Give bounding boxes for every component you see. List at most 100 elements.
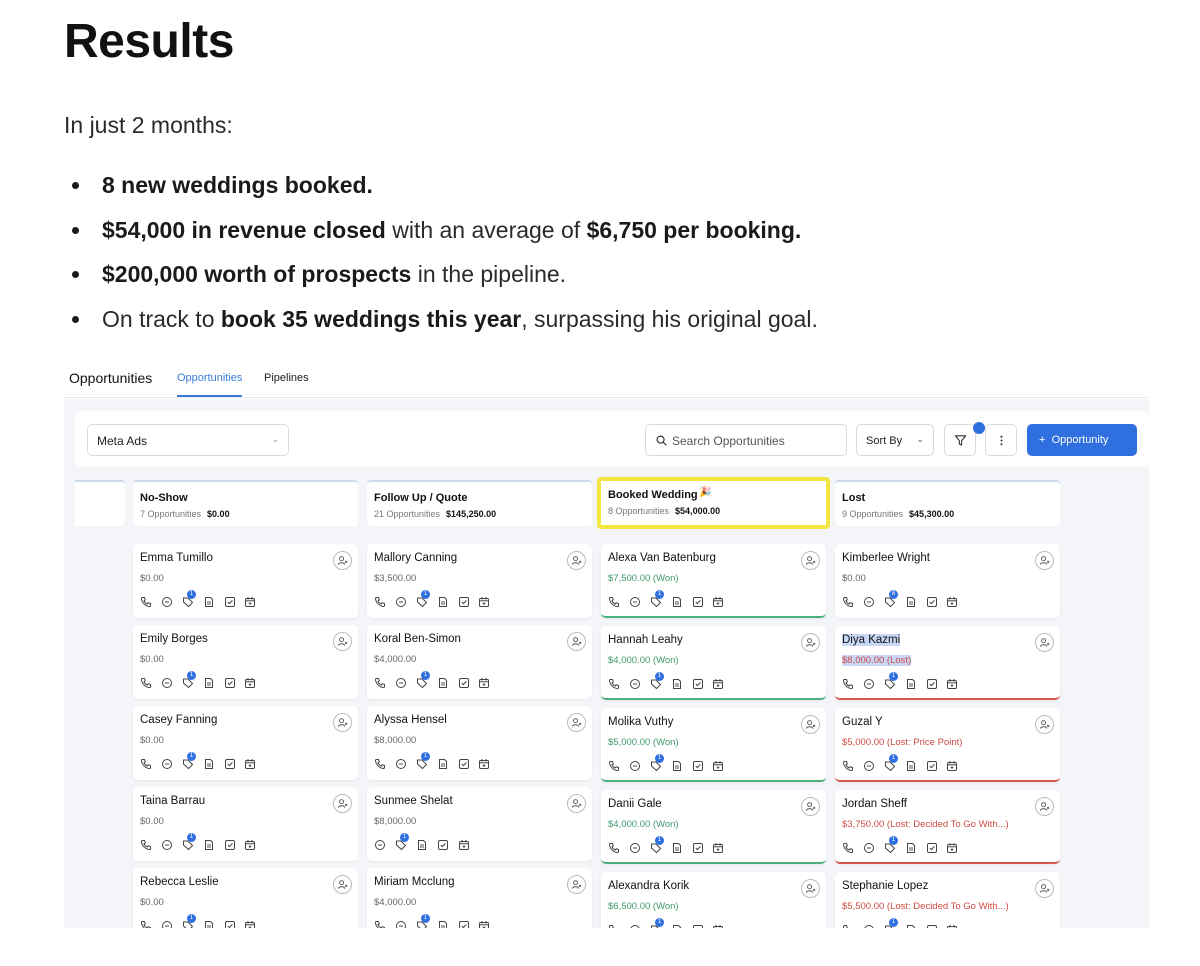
note-icon[interactable] <box>437 757 449 769</box>
note-icon[interactable] <box>671 595 683 607</box>
note-icon[interactable] <box>437 919 449 928</box>
assign-user-button[interactable] <box>801 797 820 816</box>
task-icon[interactable] <box>458 919 470 928</box>
task-icon[interactable] <box>692 923 704 928</box>
opportunity-card[interactable]: Hannah Leahy $4,000.00 (Won) 1 <box>601 626 826 700</box>
phone-icon[interactable] <box>374 676 386 689</box>
opportunity-card[interactable]: Casey Fanning $0.00 1 <box>133 706 358 780</box>
note-icon[interactable] <box>203 676 215 688</box>
assign-user-button[interactable] <box>1035 879 1054 898</box>
chat-icon[interactable] <box>629 841 641 853</box>
assign-user-button[interactable] <box>333 713 352 732</box>
tag-icon[interactable]: 8 <box>884 590 898 608</box>
contact-name[interactable]: Kimberlee Wright <box>842 552 930 564</box>
task-icon[interactable] <box>692 595 704 607</box>
task-icon[interactable] <box>224 838 236 850</box>
note-icon[interactable] <box>671 923 683 928</box>
contact-name[interactable]: Molika Vuthy <box>608 716 673 728</box>
task-icon[interactable] <box>692 677 704 689</box>
assign-user-button[interactable] <box>567 632 586 651</box>
note-icon[interactable] <box>905 841 917 853</box>
task-icon[interactable] <box>692 841 704 853</box>
assign-user-button[interactable] <box>801 715 820 734</box>
note-icon[interactable] <box>203 919 215 928</box>
opportunity-card[interactable]: Mallory Canning $3,500.00 1 <box>367 544 592 618</box>
note-icon[interactable] <box>416 838 428 850</box>
opportunity-card[interactable]: Alyssa Hensel $8,000.00 1 <box>367 706 592 780</box>
tag-icon[interactable]: 1 <box>884 836 898 854</box>
chat-icon[interactable] <box>863 759 875 771</box>
task-icon[interactable] <box>224 757 236 769</box>
tag-icon[interactable]: 1 <box>416 914 430 928</box>
contact-name[interactable]: Alexa Van Batenburg <box>608 552 716 564</box>
contact-name[interactable]: Diya Kazmi <box>842 634 901 646</box>
task-icon[interactable] <box>458 676 470 688</box>
filter-button[interactable] <box>944 422 985 456</box>
phone-icon[interactable] <box>608 677 620 690</box>
note-icon[interactable] <box>671 677 683 689</box>
opportunity-card[interactable]: Taina Barrau $0.00 1 <box>133 787 358 861</box>
note-icon[interactable] <box>905 923 917 928</box>
chat-icon[interactable] <box>161 919 173 928</box>
opportunity-card[interactable]: Diya Kazmi $8,000.00 (Lost) 1 <box>835 626 1060 700</box>
chat-icon[interactable] <box>629 759 641 771</box>
calendar-icon[interactable] <box>244 595 256 607</box>
contact-name[interactable]: Miriam Mcclung <box>374 876 455 888</box>
contact-name[interactable]: Emily Borges <box>140 633 208 645</box>
assign-user-button[interactable] <box>801 633 820 652</box>
search-input[interactable]: Search Opportunities <box>645 424 847 456</box>
phone-icon[interactable] <box>608 923 620 928</box>
contact-name[interactable]: Jordan Sheff <box>842 798 907 810</box>
tag-icon[interactable]: 1 <box>884 754 898 772</box>
calendar-icon[interactable] <box>946 595 958 607</box>
opportunity-card[interactable]: Emma Tumillo $0.00 1 <box>133 544 358 618</box>
phone-icon[interactable] <box>842 677 854 690</box>
calendar-icon[interactable] <box>478 676 490 688</box>
opportunity-card[interactable]: Alexandra Korik $6,500.00 (Won) 1 <box>601 872 826 928</box>
phone-icon[interactable] <box>140 595 152 608</box>
phone-icon[interactable] <box>374 757 386 770</box>
task-icon[interactable] <box>926 759 938 771</box>
note-icon[interactable] <box>671 759 683 771</box>
contact-name[interactable]: Casey Fanning <box>140 714 217 726</box>
opportunity-card[interactable]: Alexa Van Batenburg $7,500.00 (Won) 1 <box>601 544 826 618</box>
tag-icon[interactable]: 1 <box>650 672 664 690</box>
phone-icon[interactable] <box>140 919 152 928</box>
chat-icon[interactable] <box>629 595 641 607</box>
task-icon[interactable] <box>926 677 938 689</box>
opportunity-card[interactable]: Guzal Y $5,000.00 (Lost: Price Point) 1 <box>835 708 1060 782</box>
opportunity-card[interactable]: Rebecca Leslie $0.00 1 <box>133 868 358 928</box>
calendar-icon[interactable] <box>244 838 256 850</box>
chat-icon[interactable] <box>863 595 875 607</box>
opportunity-card[interactable]: Danii Gale $4,000.00 (Won) 1 <box>601 790 826 864</box>
contact-name[interactable]: Stephanie Lopez <box>842 880 928 892</box>
contact-name[interactable]: Sunmee Shelat <box>374 795 453 807</box>
calendar-icon[interactable] <box>946 677 958 689</box>
tag-icon[interactable]: 1 <box>395 833 409 851</box>
tag-icon[interactable]: 1 <box>182 752 196 770</box>
chat-icon[interactable] <box>395 757 407 769</box>
tag-icon[interactable]: 1 <box>182 590 196 608</box>
phone-icon[interactable] <box>140 676 152 689</box>
assign-user-button[interactable] <box>333 632 352 651</box>
opportunity-card[interactable]: Koral Ben-Simon $4,000.00 1 <box>367 625 592 699</box>
calendar-icon[interactable] <box>946 841 958 853</box>
task-icon[interactable] <box>458 757 470 769</box>
phone-icon[interactable] <box>842 923 854 928</box>
assign-user-button[interactable] <box>801 551 820 570</box>
assign-user-button[interactable] <box>567 713 586 732</box>
chat-icon[interactable] <box>863 841 875 853</box>
calendar-icon[interactable] <box>946 923 958 928</box>
assign-user-button[interactable] <box>333 551 352 570</box>
pipeline-select[interactable]: Meta Ads ⌄ <box>87 424 289 456</box>
phone-icon[interactable] <box>608 759 620 772</box>
tag-icon[interactable]: 1 <box>182 914 196 928</box>
phone-icon[interactable] <box>842 759 854 772</box>
phone-icon[interactable] <box>374 919 386 928</box>
tag-icon[interactable]: 1 <box>650 590 664 608</box>
assign-user-button[interactable] <box>333 875 352 894</box>
note-icon[interactable] <box>437 676 449 688</box>
phone-icon[interactable] <box>140 757 152 770</box>
assign-user-button[interactable] <box>1035 797 1054 816</box>
contact-name[interactable]: Guzal Y <box>842 716 883 728</box>
